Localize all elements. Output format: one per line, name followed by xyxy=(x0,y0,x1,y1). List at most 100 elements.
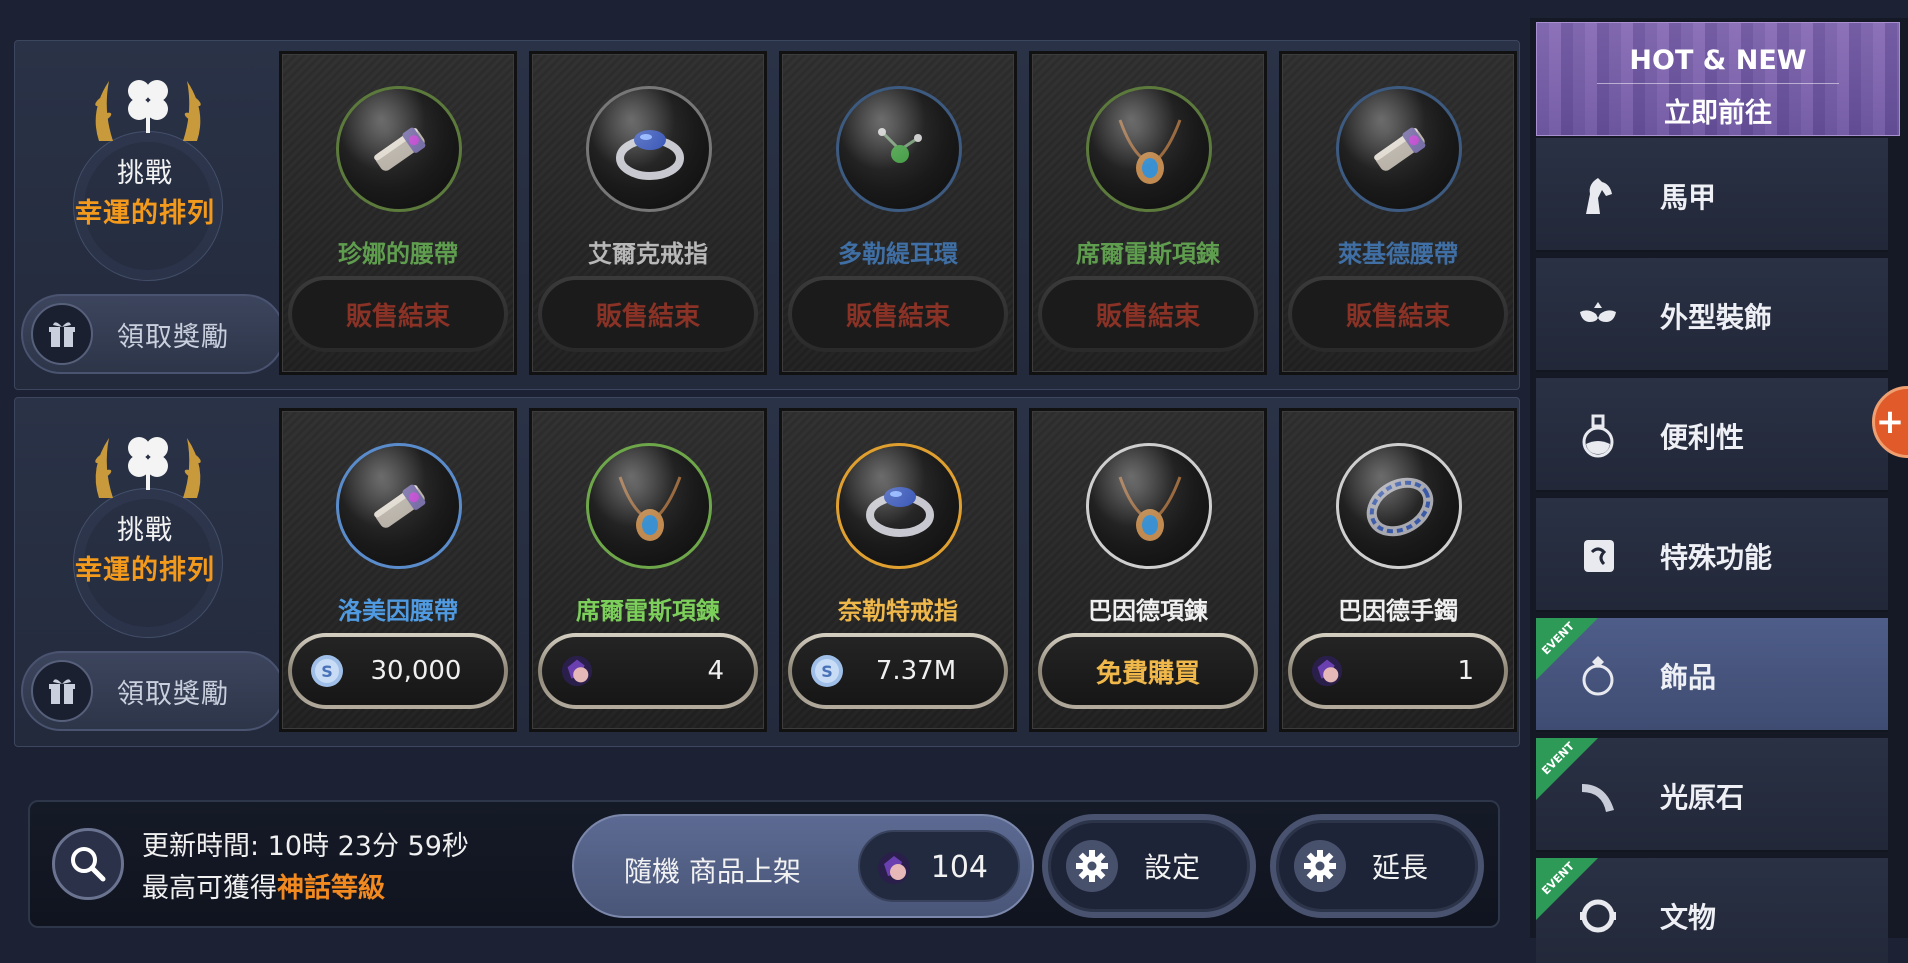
price-button-inner: S 7.37M xyxy=(792,637,1004,705)
claim-reward-button[interactable]: 領取獎勵 xyxy=(21,651,285,731)
item-card[interactable]: 珍娜的腰帶 販售結束 xyxy=(279,51,517,375)
settings-button[interactable]: 設定 xyxy=(1042,814,1256,918)
challenge-subtitle: 幸運的排列 xyxy=(75,555,215,586)
price-value: 7.37M xyxy=(875,656,957,686)
clover-icon xyxy=(95,437,201,498)
mask-icon xyxy=(1580,302,1616,322)
gift-icon xyxy=(31,660,93,722)
max-grade-highlight: 神話等級 xyxy=(277,873,385,904)
item-card[interactable]: 艾爾克戒指 販售結束 xyxy=(529,51,767,375)
buy-button[interactable]: S 7.37M xyxy=(788,633,1008,709)
ring-icon xyxy=(866,487,934,537)
menu-item-label: 馬甲 xyxy=(1660,181,1717,214)
item-name: 艾爾克戒指 xyxy=(588,240,708,268)
scroll-icon xyxy=(1584,540,1614,572)
gem-icon xyxy=(878,852,910,884)
ring-icon xyxy=(616,130,684,180)
price-value: 4 xyxy=(707,656,724,686)
item-name: 洛美因腰帶 xyxy=(338,597,458,625)
sold-out-button: 販售結束 xyxy=(538,276,758,352)
item-orb xyxy=(336,86,462,212)
item-card[interactable]: 奈勒特戒指 S 7.37M xyxy=(779,408,1017,732)
gem-icon xyxy=(1311,655,1343,687)
menu-item-7[interactable]: EVENT 文物 xyxy=(1536,858,1888,963)
sold-out-button: 販售結束 xyxy=(788,276,1008,352)
menu-icon-wrap xyxy=(1576,894,1620,938)
necklace-icon xyxy=(1118,476,1182,541)
item-card[interactable]: 巴因德手鐲 1 xyxy=(1279,408,1517,732)
menu-item-label: 外型裝飾 xyxy=(1660,301,1773,334)
claim-reward-button[interactable]: 領取獎勵 xyxy=(21,294,285,374)
menu-item-6[interactable]: EVENT 光原石 xyxy=(1536,738,1888,852)
sold-out-button: 販售結束 xyxy=(1038,276,1258,352)
crystal-icon xyxy=(1582,784,1614,812)
belt-icon xyxy=(374,127,426,171)
hot-new-banner[interactable]: HOT & NEW 立即前往 xyxy=(1536,22,1900,136)
item-card[interactable]: 洛美因腰帶 S 30,000 xyxy=(279,408,517,732)
silver-coin-icon: S xyxy=(311,655,343,687)
sold-out-button: 販售結束 xyxy=(288,276,508,352)
item-name: 珍娜的腰帶 xyxy=(338,240,458,268)
item-card[interactable]: 多勒緹耳環 販售結束 xyxy=(779,51,1017,375)
price-button-inner: 販售結束 xyxy=(542,280,754,348)
item-card[interactable]: 巴因德項鍊 免費購買 xyxy=(1029,408,1267,732)
hot-new-title: HOT & NEW xyxy=(1629,45,1807,76)
claim-reward-label: 領取獎勵 xyxy=(117,678,229,710)
menu-item-5[interactable]: EVENT 飾品 xyxy=(1536,618,1888,732)
item-name: 多勒緹耳環 xyxy=(838,240,958,268)
gem-icon xyxy=(561,655,593,687)
menu-item-label: 光原石 xyxy=(1660,781,1745,814)
buy-button[interactable]: 1 xyxy=(1288,633,1508,709)
menu-item-2[interactable]: 外型裝飾 xyxy=(1536,258,1888,372)
challenge-subtitle: 幸運的排列 xyxy=(75,198,215,229)
necklace-icon xyxy=(1118,119,1182,184)
item-orb xyxy=(836,86,962,212)
menu-icon-wrap xyxy=(1576,654,1620,698)
challenge-title: 挑戰 xyxy=(117,515,173,546)
plus-icon: + xyxy=(1875,402,1905,442)
item-name: 巴因德項鍊 xyxy=(1088,597,1208,625)
challenge-block: 挑戰 幸運的排列 領取獎勵 xyxy=(15,41,285,389)
menu-item-3[interactable]: 便利性 xyxy=(1536,378,1888,492)
search-icon xyxy=(71,847,106,882)
menu-icon-wrap xyxy=(1576,534,1620,578)
item-orb xyxy=(586,86,712,212)
price-button-inner: 1 xyxy=(1292,637,1504,705)
item-orb xyxy=(836,443,962,569)
random-listing-button[interactable]: 隨機 商品上架 104 xyxy=(572,814,1034,918)
price-button-inner: 販售結束 xyxy=(292,280,504,348)
gift-glyph xyxy=(49,322,75,347)
item-orb xyxy=(1336,86,1462,212)
earring-icon xyxy=(878,128,922,163)
free-purchase-button[interactable]: 免費購買 xyxy=(1038,633,1258,709)
menu-icon-wrap xyxy=(1576,174,1620,218)
extend-button[interactable]: 延長 xyxy=(1270,814,1484,918)
clover-icon xyxy=(95,80,201,141)
challenge-row-2: 挑戰幸運的排列領取獎勵 洛美因腰帶 S 30,000 席爾雷斯項鍊 4 奈勒特戒指 S 7.37… xyxy=(14,397,1520,747)
menu-item-label: 便利性 xyxy=(1660,421,1745,454)
search-button[interactable] xyxy=(52,828,124,900)
gear-icon xyxy=(1066,840,1118,892)
buy-button[interactable]: 4 xyxy=(538,633,758,709)
menu-item-4[interactable]: 特殊功能 xyxy=(1536,498,1888,612)
item-name: 巴因德手鐲 xyxy=(1338,597,1458,625)
item-orb xyxy=(586,443,712,569)
item-card[interactable]: 席爾雷斯項鍊 販售結束 xyxy=(1029,51,1267,375)
price-button-inner: S 30,000 xyxy=(292,637,504,705)
category-side-menu: HOT & NEW 立即前往 馬甲 外型裝飾 便利性 特殊功能 EVENT 飾品 EVENT… xyxy=(1530,18,1908,963)
buy-button[interactable]: S 30,000 xyxy=(288,633,508,709)
item-card[interactable]: 席爾雷斯項鍊 4 xyxy=(529,408,767,732)
gear-icon xyxy=(1294,840,1346,892)
menu-item-label: 飾品 xyxy=(1660,661,1717,694)
extend-label: 延長 xyxy=(1372,851,1429,884)
laurel-clover-icon xyxy=(79,418,217,518)
update-time-text: 更新時間: 10時 23分 59秒 xyxy=(142,831,469,862)
sold-out-button: 販售結束 xyxy=(1288,276,1508,352)
relic-icon xyxy=(1580,899,1616,933)
menu-item-1[interactable]: 馬甲 xyxy=(1536,138,1888,252)
menu-icon-wrap xyxy=(1576,414,1620,458)
banner-divider xyxy=(1597,83,1839,84)
gift-icon xyxy=(31,303,93,365)
item-card[interactable]: 萊基德腰帶 販售結束 xyxy=(1279,51,1517,375)
necklace-icon xyxy=(618,476,682,541)
